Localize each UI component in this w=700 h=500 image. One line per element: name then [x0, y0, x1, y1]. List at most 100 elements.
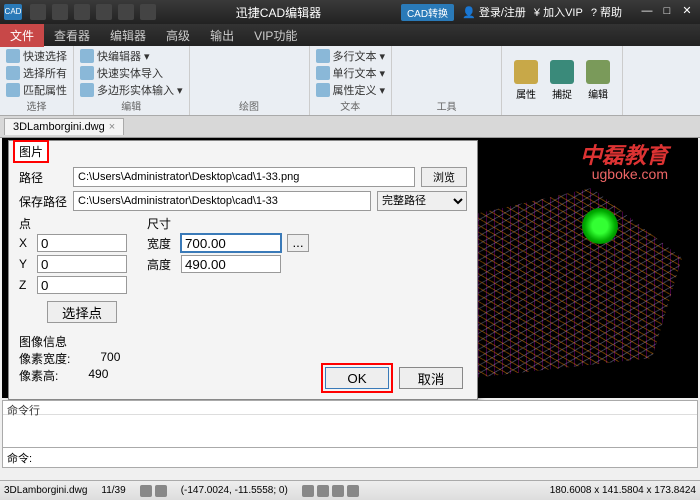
- quick-select-icon: [6, 49, 20, 63]
- quick-select[interactable]: 快速选择: [6, 48, 67, 64]
- group-tools-label: 工具: [398, 98, 495, 113]
- ribbon: 快速选择 选择所有 匹配属性 选择 快编辑器▾ 快速实体导入 多边形实体输入▾ …: [0, 46, 700, 116]
- width-label: 宽度: [147, 235, 175, 252]
- attrdef[interactable]: 属性定义▾: [316, 82, 386, 98]
- stext-icon: [316, 66, 330, 80]
- menu-file[interactable]: 文件: [0, 24, 44, 47]
- size-title: 尺寸: [147, 215, 309, 232]
- polygon-icon: [80, 83, 94, 97]
- z-label: Z: [19, 278, 31, 292]
- pixel-height-value: 490: [88, 367, 108, 384]
- new-icon[interactable]: [30, 4, 46, 20]
- tab-close-icon[interactable]: ×: [109, 121, 115, 133]
- status-doc: 3DLamborgini.dwg: [4, 485, 87, 496]
- command-prompt: 命令:: [7, 450, 32, 466]
- doc-tab-active[interactable]: 3DLamborgini.dwg×: [4, 118, 124, 135]
- status-extents: 180.6008 x 141.5804 x 173.8424: [550, 485, 696, 496]
- polygon-entity[interactable]: 多边形实体输入▾: [80, 82, 183, 98]
- image-info-title: 图像信息: [19, 333, 467, 350]
- snap-icon: [550, 60, 574, 84]
- cancel-button[interactable]: 取消: [399, 367, 463, 389]
- group-text-label: 文本: [316, 98, 386, 113]
- path-input[interactable]: [73, 167, 415, 187]
- width-more-button[interactable]: ...: [287, 234, 309, 252]
- height-input[interactable]: [181, 255, 281, 273]
- menu-viewer[interactable]: 查看器: [44, 24, 100, 47]
- status-bar: 3DLamborgini.dwg 11/39 (-147.0024, -11.5…: [0, 480, 700, 500]
- browse-button[interactable]: 浏览: [421, 167, 467, 187]
- cad-convert-button[interactable]: CAD转换: [401, 4, 454, 21]
- properties-button[interactable]: 属性: [508, 58, 544, 103]
- snap-button[interactable]: 捕捉: [544, 58, 580, 103]
- menu-advanced[interactable]: 高级: [156, 24, 200, 47]
- save-path-label: 保存路径: [19, 193, 67, 210]
- snap-toggle-icon[interactable]: [302, 485, 314, 497]
- select-point-button[interactable]: 选择点: [47, 301, 117, 323]
- quick-access-toolbar: [30, 4, 156, 20]
- entity-import[interactable]: 快速实体导入: [80, 65, 183, 81]
- command-output: [3, 415, 697, 447]
- grid-toggle-icon[interactable]: [317, 485, 329, 497]
- wheel-rear: [582, 208, 618, 244]
- save-path-input[interactable]: [73, 191, 371, 211]
- open-icon[interactable]: [52, 4, 68, 20]
- width-input[interactable]: [181, 234, 281, 252]
- select-all-icon: [6, 66, 20, 80]
- status-icon-1[interactable]: [140, 485, 152, 497]
- help-link[interactable]: ? 帮助: [591, 4, 622, 20]
- y-input[interactable]: [37, 255, 127, 273]
- match-icon: [6, 83, 20, 97]
- pixel-width-value: 700: [100, 350, 120, 367]
- ok-button[interactable]: OK: [325, 367, 389, 389]
- dialog-tab-image[interactable]: 图片: [13, 140, 49, 163]
- attr-icon: [316, 83, 330, 97]
- status-cursor-coord: (-147.0024, -11.5558; 0): [181, 485, 288, 496]
- save-mode-select[interactable]: 完整路径: [377, 191, 467, 211]
- group-edit-label: 编辑: [80, 98, 183, 113]
- edit-button[interactable]: 编辑: [580, 58, 616, 103]
- x-label: X: [19, 236, 31, 250]
- menu-vip[interactable]: VIP功能: [244, 24, 307, 47]
- select-all[interactable]: 选择所有: [6, 65, 67, 81]
- polar-toggle-icon[interactable]: [347, 485, 359, 497]
- x-input[interactable]: [37, 234, 127, 252]
- z-input[interactable]: [37, 276, 127, 294]
- stext[interactable]: 单行文本▾: [316, 65, 386, 81]
- menu-output[interactable]: 输出: [200, 24, 244, 47]
- point-title: 点: [19, 215, 127, 232]
- y-label: Y: [19, 257, 31, 271]
- document-tabs: 3DLamborgini.dwg×: [0, 116, 700, 138]
- undo-icon[interactable]: [118, 4, 134, 20]
- window-title: 迅捷CAD编辑器: [156, 4, 401, 21]
- redo-icon[interactable]: [140, 4, 156, 20]
- app-icon: CAD: [4, 4, 22, 20]
- mtext-icon: [316, 49, 330, 63]
- ortho-toggle-icon[interactable]: [332, 485, 344, 497]
- minimize-icon[interactable]: —: [638, 5, 656, 19]
- group-draw-label: 绘图: [196, 98, 303, 113]
- command-area: 命令行 命令:: [2, 400, 698, 468]
- command-history: 命令行: [3, 401, 697, 415]
- quick-editor[interactable]: 快编辑器▾: [80, 48, 183, 64]
- print-icon[interactable]: [96, 4, 112, 20]
- maximize-icon[interactable]: □: [658, 5, 676, 19]
- status-icon-2[interactable]: [155, 485, 167, 497]
- close-icon[interactable]: ✕: [678, 5, 696, 19]
- group-select-label: 选择: [6, 98, 67, 113]
- status-progress: 11/39: [101, 485, 125, 496]
- properties-icon: [514, 60, 538, 84]
- editor-icon: [80, 49, 94, 63]
- save-icon[interactable]: [74, 4, 90, 20]
- login-link[interactable]: 👤 登录/注册: [462, 4, 526, 20]
- mtext[interactable]: 多行文本▾: [316, 48, 386, 64]
- command-line: 命令:: [3, 447, 697, 467]
- vip-link[interactable]: ¥ 加入VIP: [534, 4, 583, 20]
- menu-bar: 文件 查看器 编辑器 高级 输出 VIP功能: [0, 24, 700, 46]
- path-label: 路径: [19, 169, 67, 186]
- match-props[interactable]: 匹配属性: [6, 82, 67, 98]
- title-bar: CAD 迅捷CAD编辑器 CAD转换 👤 登录/注册 ¥ 加入VIP ? 帮助 …: [0, 0, 700, 24]
- image-dialog: 图片 路径 浏览 保存路径 完整路径 点 X Y Z 选择点 尺寸 宽度... …: [8, 140, 478, 400]
- command-input[interactable]: [38, 450, 693, 465]
- import-icon: [80, 66, 94, 80]
- menu-editor[interactable]: 编辑器: [100, 24, 156, 47]
